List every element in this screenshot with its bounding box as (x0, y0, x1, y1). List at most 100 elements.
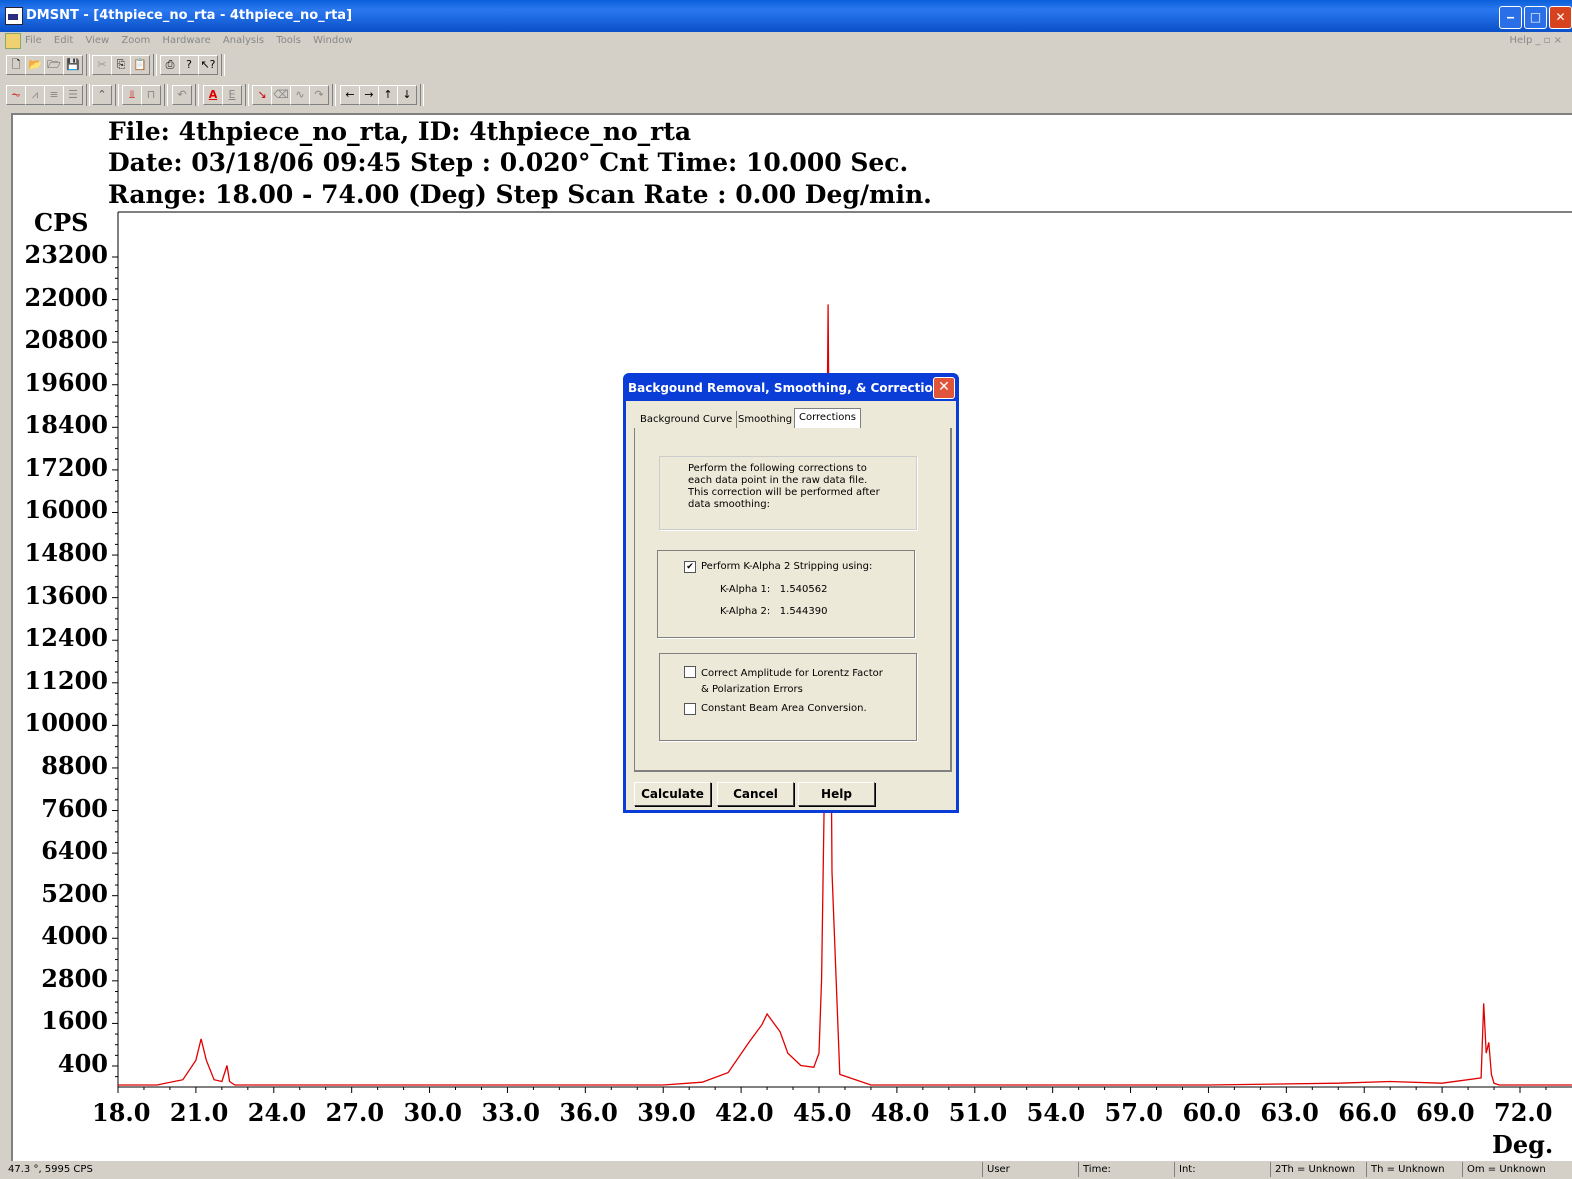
description-text: Perform the following corrections to eac… (688, 463, 880, 510)
y-tick-label: 14800 (24, 538, 109, 568)
plot-header-file: File: 4thpiece_no_rta, ID: 4thpiece_no_r… (108, 117, 692, 146)
y-tick-label: 4000 (41, 921, 108, 951)
left-arrow-icon[interactable]: ← (340, 85, 360, 105)
x-tick-label: 18.0 (92, 1098, 151, 1127)
down-arrow-icon[interactable]: ↓ (397, 85, 417, 105)
menu-help[interactable]: Help _ ▫ × (1510, 35, 1563, 46)
x-tick-label: 72.0 (1494, 1098, 1553, 1127)
right-arrow-icon[interactable]: → (359, 85, 379, 105)
menu-analysis[interactable]: Analysis (223, 35, 264, 46)
y-tick-label: 19600 (24, 367, 109, 397)
corrections-panel: Perform the following corrections to eac… (634, 428, 952, 772)
multi-plot-icon[interactable]: ☰ (63, 85, 83, 105)
x-tick-label: 66.0 (1338, 1098, 1397, 1127)
x-tick-label: 30.0 (403, 1098, 462, 1127)
x-tick-label: 48.0 (870, 1098, 930, 1127)
redo-icon[interactable]: ↷ (309, 85, 329, 105)
x-tick-label: 57.0 (1104, 1098, 1163, 1127)
beam-area-checkbox[interactable] (684, 703, 696, 715)
y-tick-label: 22000 (24, 282, 109, 312)
y-tick-label: 12400 (24, 623, 109, 653)
lorentz-checkbox[interactable] (684, 666, 696, 678)
select-arrow-icon[interactable]: ↘ (252, 85, 272, 105)
x-tick-label: 69.0 (1416, 1098, 1475, 1127)
y-tick-label: 1600 (41, 1006, 108, 1036)
y-tick-label: 20800 (24, 325, 109, 355)
minimize-button[interactable]: ‒ (1499, 6, 1522, 29)
eraser-icon[interactable]: ⌫ (271, 85, 291, 105)
calculate-button[interactable]: Calculate (634, 782, 711, 806)
save-icon[interactable]: 💾 (63, 55, 83, 75)
x-tick-label: 33.0 (481, 1098, 540, 1127)
y-tick-label: 7600 (41, 793, 108, 823)
menu-window[interactable]: Window (313, 35, 352, 46)
new-file-icon[interactable]: 🗋 (6, 55, 26, 75)
smooth-icon[interactable]: ∿ (290, 85, 310, 105)
text-color-icon[interactable]: A (203, 85, 223, 105)
status-int: Int: (1174, 1162, 1269, 1177)
kalpha-stripping-label: Perform K-Alpha 2 Stripping using: (701, 561, 873, 572)
tab-smoothing[interactable]: Smoothing (734, 411, 798, 428)
background-removal-dialog: Backgound Removal, Smoothing, & Correcti… (623, 373, 959, 813)
y-tick-label: 17200 (24, 452, 109, 482)
plot-header-date: Date: 03/18/06 09:45 Step : 0.020° Cnt T… (108, 148, 909, 177)
x-tick-label: 21.0 (169, 1098, 229, 1127)
y-tick-label: 2800 (41, 963, 108, 993)
marker-icon[interactable]: ⫫ (122, 85, 142, 105)
up-arrow-icon[interactable]: ↑ (378, 85, 398, 105)
dialog-body: Background Curve Smoothing Corrections P… (626, 401, 956, 810)
help-button[interactable]: Help (798, 782, 875, 806)
close-button[interactable]: ✕ (1549, 6, 1572, 29)
y-tick-label: 10000 (24, 708, 109, 738)
print-icon[interactable]: ⎙ (160, 55, 180, 75)
x-tick-label: 63.0 (1260, 1098, 1319, 1127)
menu-zoom[interactable]: Zoom (121, 35, 150, 46)
paste-icon[interactable]: 📋 (130, 55, 150, 75)
menu-edit[interactable]: Edit (54, 35, 73, 46)
dialog-close-icon[interactable]: ✕ (933, 377, 955, 399)
x-tick-label: 51.0 (948, 1098, 1008, 1127)
lorentz-label: Correct Amplitude for Lorentz Factor & P… (701, 668, 883, 695)
single-plot-icon[interactable]: ⏦ (6, 85, 26, 105)
plot-header-range: Range: 18.00 - 74.00 (Deg) Step Scan Rat… (108, 180, 932, 209)
y-tick-label: 23200 (24, 240, 109, 269)
edit-text-icon[interactable]: E (222, 85, 242, 105)
tab-corrections[interactable]: Corrections (794, 408, 861, 429)
kalpha1-value: K-Alpha 1: 1.540562 (720, 584, 828, 595)
stack-plot-icon[interactable]: ≡ (44, 85, 64, 105)
open-file-icon[interactable]: 📂 (25, 55, 45, 75)
overlay-plot-icon[interactable]: ⩘ (25, 85, 45, 105)
kalpha2-value: K-Alpha 2: 1.544390 (720, 606, 828, 617)
x-tick-label: 42.0 (715, 1098, 774, 1127)
dialog-title: Backgound Removal, Smoothing, & Correcti… (628, 381, 942, 395)
status-bar: 47.3 °, 5995 CPS User Time: Int: 2Th = U… (0, 1160, 1572, 1179)
description-group: Perform the following corrections to eac… (659, 456, 917, 530)
x-tick-label: 60.0 (1182, 1098, 1241, 1127)
menu-view[interactable]: View (85, 35, 109, 46)
y-tick-label: 400 (57, 1049, 108, 1078)
document-icon[interactable] (5, 33, 21, 49)
menu-hardware[interactable]: Hardware (162, 35, 210, 46)
y-tick-label: 6400 (41, 836, 108, 866)
cancel-button[interactable]: Cancel (717, 782, 794, 806)
kalpha-stripping-checkbox[interactable]: ✔ (684, 561, 696, 573)
copy-icon[interactable]: ⎘ (111, 55, 131, 75)
y-tick-label: 18400 (24, 410, 109, 440)
app-icon[interactable] (5, 7, 23, 25)
peak-icon[interactable]: ⌃ (92, 85, 112, 105)
menu-file[interactable]: File (25, 35, 42, 46)
undo-icon[interactable]: ↶ (172, 85, 192, 105)
help-icon[interactable]: ? (179, 55, 199, 75)
menu-tools[interactable]: Tools (276, 35, 301, 46)
y-tick-label: 5200 (41, 878, 108, 908)
x-tick-label: 54.0 (1026, 1098, 1086, 1127)
y-tick-label: 13600 (24, 580, 109, 610)
tab-background-curve[interactable]: Background Curve (636, 411, 738, 428)
open-folder-icon[interactable]: 🗁 (44, 55, 64, 75)
cut-icon[interactable]: ✂ (92, 55, 112, 75)
context-help-icon[interactable]: ↖? (198, 55, 218, 75)
histogram-icon[interactable]: ⊓ (141, 85, 161, 105)
maximize-button[interactable]: □ (1524, 6, 1547, 29)
x-tick-label: 39.0 (637, 1098, 696, 1127)
title-bar: DMSNT - [4thpiece_no_rta - 4thpiece_no_r… (0, 0, 1572, 32)
